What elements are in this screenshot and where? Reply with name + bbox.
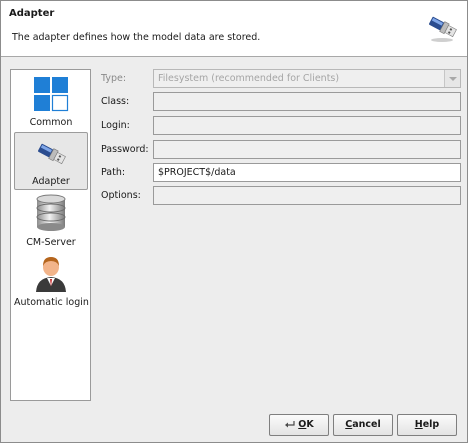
header-title: Adapter [9, 8, 55, 19]
nav-item-label: Common [29, 117, 73, 128]
enter-arrow-icon [285, 421, 295, 428]
cancel-button[interactable]: Cancel [333, 414, 393, 436]
dialog-header: Adapter The adapter defines how the mode… [1, 1, 467, 57]
ok-button[interactable]: OK [269, 414, 329, 436]
usb-connector-icon [428, 16, 457, 42]
password-label: Password: [101, 144, 149, 155]
path-label: Path: [101, 167, 126, 178]
cancel-label-rest: ancel [352, 419, 381, 430]
help-button[interactable]: Help [397, 414, 457, 436]
class-field[interactable] [153, 92, 461, 111]
login-field[interactable] [153, 116, 461, 135]
usb-connector-icon [37, 143, 66, 165]
type-select-value: Filesystem (recommended for Clients) [158, 73, 340, 84]
type-select: Filesystem (recommended for Clients) [153, 69, 461, 88]
help-label-rest: elp [422, 419, 440, 430]
header-description: The adapter defines how the model data a… [12, 32, 261, 43]
options-field[interactable] [153, 186, 461, 205]
adapter-dialog: Adapter The adapter defines how the mode… [0, 0, 468, 443]
password-field[interactable] [153, 140, 461, 159]
windows-tiles-icon [34, 77, 69, 112]
category-nav: Common Adapter CM-Server Automatic login [10, 69, 91, 401]
user-icon [36, 257, 66, 292]
nav-item-common[interactable]: Common [14, 72, 88, 130]
help-mnemonic: H [414, 419, 423, 430]
type-label: Type: [101, 73, 127, 84]
nav-item-adapter[interactable]: Adapter [14, 132, 88, 190]
chevron-down-icon [444, 70, 460, 87]
login-label: Login: [101, 120, 130, 131]
path-field[interactable]: $PROJECT$/data [153, 163, 461, 182]
options-label: Options: [101, 190, 141, 201]
class-label: Class: [101, 96, 130, 107]
ok-label-rest: K [306, 419, 314, 430]
nav-item-label: Adapter [32, 176, 70, 187]
nav-item-cm-server[interactable]: CM-Server [14, 192, 88, 250]
nav-item-label: Automatic login [14, 297, 89, 308]
nav-item-label: CM-Server [26, 237, 76, 248]
database-icon [36, 194, 66, 231]
nav-item-automatic-login[interactable]: Automatic login [14, 252, 89, 310]
